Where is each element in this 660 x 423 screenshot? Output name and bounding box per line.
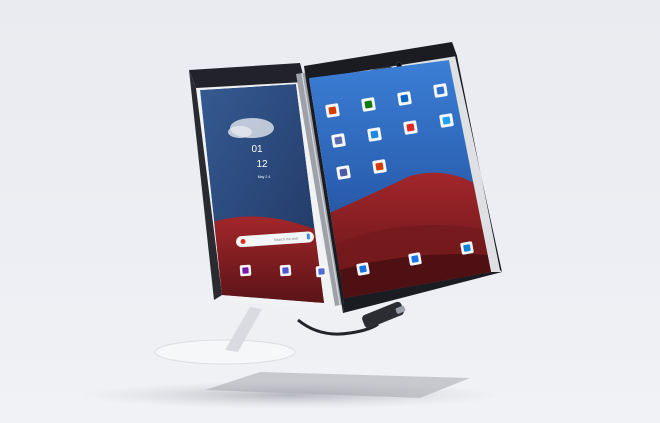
stand-base xyxy=(154,339,296,365)
outlook-icon[interactable] xyxy=(397,91,412,106)
apps-folder-icon[interactable] xyxy=(336,165,351,180)
flipboard-icon[interactable] xyxy=(403,120,418,135)
teams-icon[interactable] xyxy=(279,264,292,277)
mic-icon xyxy=(306,233,310,240)
dune-left xyxy=(205,216,324,303)
clock-date: May 2 4 xyxy=(258,175,271,179)
onenote-icon[interactable] xyxy=(239,264,252,277)
clock-hour: 01 xyxy=(251,144,263,155)
xbox-icon[interactable] xyxy=(361,97,376,112)
phone-icon[interactable] xyxy=(356,262,370,276)
clock-minute: 12 xyxy=(256,159,268,170)
photos-icon[interactable] xyxy=(433,83,448,98)
product-photo-scene: 01 12 May 2 4 Search the web xyxy=(80,42,502,409)
office-docs-icon[interactable] xyxy=(372,159,387,174)
tiles-folder-icon[interactable] xyxy=(331,133,346,148)
edge-icon[interactable] xyxy=(460,241,474,255)
messages-icon[interactable] xyxy=(408,252,422,266)
twitter-icon[interactable] xyxy=(439,113,454,128)
store-icon[interactable] xyxy=(315,265,328,278)
play-store-icon[interactable] xyxy=(367,127,382,142)
office-icon[interactable] xyxy=(325,103,340,118)
